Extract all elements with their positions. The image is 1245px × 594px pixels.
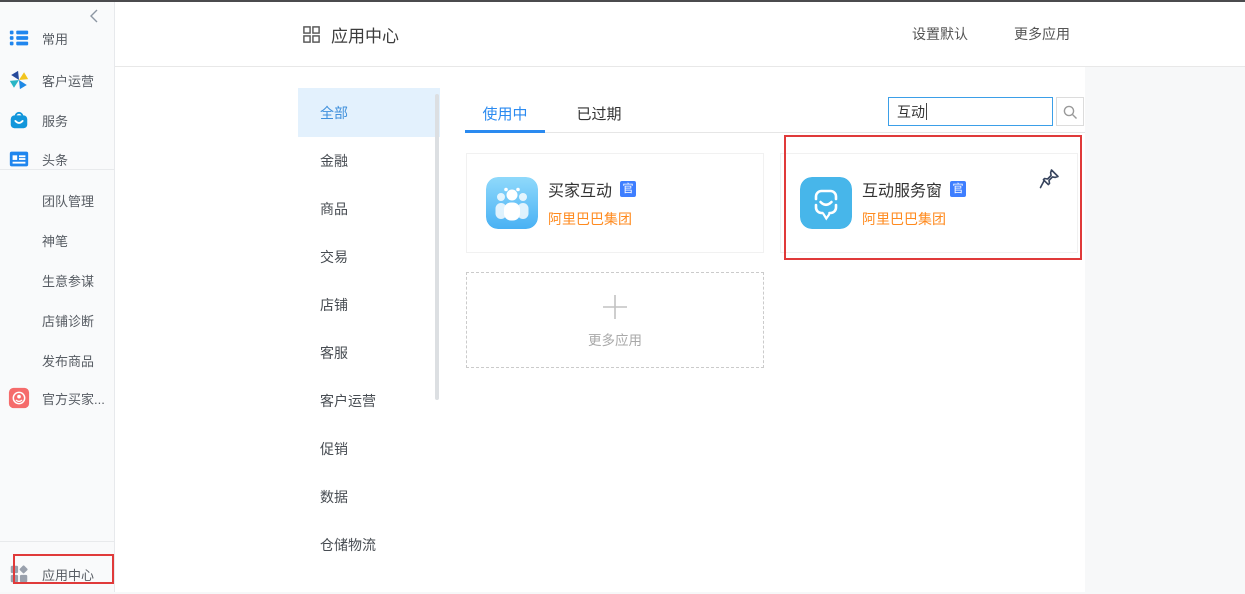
page-header: 应用中心 设置默认 更多应用: [115, 2, 1245, 67]
sidebar-item-label: 团队管理: [42, 191, 94, 210]
app-card-buyers-interaction[interactable]: 买家互动 官 阿里巴巴集团: [466, 153, 764, 253]
category-item-logistics[interactable]: 仓储物流: [298, 521, 440, 569]
category-item-shop[interactable]: 店铺: [298, 281, 440, 329]
sidebar-item-team-management[interactable]: 团队管理: [0, 180, 115, 220]
tab-expired[interactable]: 已过期: [567, 95, 631, 132]
text-caret: [926, 103, 927, 120]
sidebar-item-label: 生意参谋: [42, 271, 94, 290]
category-scrollbar[interactable]: [435, 94, 439, 400]
category-item-all[interactable]: 全部: [298, 88, 440, 137]
app-info: 互动服务窗 官 阿里巴巴集团: [862, 177, 966, 229]
app-card-service-window[interactable]: 互动服务窗 官 阿里巴巴集团: [780, 153, 1078, 253]
sidebar-item-service[interactable]: 服务: [0, 100, 115, 140]
service-window-icon: [800, 177, 852, 229]
category-item-customer-ops[interactable]: 客户运营: [298, 377, 440, 425]
plus-icon: [600, 292, 630, 322]
sidebar-item-label: 官方买家...: [42, 389, 105, 408]
sidebar-item-label: 发布商品: [42, 351, 94, 370]
official-buyer-icon: [8, 387, 30, 409]
pinwheel-icon: [8, 69, 30, 91]
sidebar-item-publish-product[interactable]: 发布商品: [0, 340, 115, 380]
official-badge: 官: [620, 181, 636, 197]
sidebar-item-label: 头条: [42, 150, 68, 169]
app-name: 买家互动: [548, 177, 612, 201]
more-apps-link[interactable]: 更多应用: [1014, 24, 1070, 44]
buyers-interaction-icon: [486, 177, 538, 229]
sidebar-divider: [0, 169, 114, 170]
sidebar-item-label: 店铺诊断: [42, 311, 94, 330]
search-icon: [1062, 104, 1078, 120]
app-vendor[interactable]: 阿里巴巴集团: [548, 209, 636, 229]
category-item-promotion[interactable]: 促销: [298, 425, 440, 473]
app-info: 买家互动 官 阿里巴巴集团: [548, 177, 636, 229]
sidebar-item-customer-ops[interactable]: 客户运营: [0, 60, 115, 100]
category-item-products[interactable]: 商品: [298, 185, 440, 233]
left-sidebar: 常用 客户运营 服务: [0, 2, 115, 592]
app-name: 互动服务窗: [862, 177, 942, 201]
pin-icon[interactable]: [1037, 167, 1061, 191]
category-menu: 全部 金融 商品 交易 店铺 客服 客户运营 促销 数据 仓储物流: [298, 88, 440, 569]
sidebar-item-label: 客户运营: [42, 71, 94, 90]
category-item-finance[interactable]: 金融: [298, 137, 440, 185]
sidebar-item-headlines[interactable]: 头条: [0, 139, 115, 179]
category-item-customer-service[interactable]: 客服: [298, 329, 440, 377]
sidebar-item-shop-diagnosis[interactable]: 店铺诊断: [0, 300, 115, 340]
list-icon: [8, 27, 30, 49]
sidebar-item-common[interactable]: 常用: [0, 18, 115, 58]
sidebar-item-business-advisor[interactable]: 生意参谋: [0, 260, 115, 300]
more-apps-label: 更多应用: [588, 329, 642, 349]
search-input[interactable]: [888, 97, 1053, 126]
app-center-icon: [8, 563, 30, 585]
sidebar-item-app-center[interactable]: 应用中心: [0, 554, 115, 594]
page-title-group: 应用中心: [302, 2, 399, 66]
sidebar-item-label: 应用中心: [42, 565, 94, 584]
header-actions: 设置默认 更多应用: [912, 2, 1070, 66]
tab-in-use[interactable]: 使用中: [465, 95, 545, 132]
bag-icon: [8, 109, 30, 131]
page-title: 应用中心: [331, 22, 399, 47]
sidebar-item-official-buyer[interactable]: 官方买家...: [0, 378, 115, 418]
official-badge: 官: [950, 181, 966, 197]
grid-icon: [302, 25, 321, 44]
sidebar-item-label: 神笔: [42, 231, 68, 250]
sidebar-item-label: 服务: [42, 111, 68, 130]
sidebar-item-label: 常用: [42, 29, 68, 48]
news-card-icon: [8, 148, 30, 170]
set-default-link[interactable]: 设置默认: [912, 24, 968, 44]
more-apps-box[interactable]: 更多应用: [466, 272, 764, 368]
category-item-data[interactable]: 数据: [298, 473, 440, 521]
sidebar-item-shenbi[interactable]: 神笔: [0, 220, 115, 260]
app-vendor[interactable]: 阿里巴巴集团: [862, 209, 966, 229]
search-button[interactable]: [1056, 97, 1084, 126]
sidebar-divider: [0, 541, 114, 542]
category-item-trade[interactable]: 交易: [298, 233, 440, 281]
content-panel: 全部 金融 商品 交易 店铺 客服 客户运营 促销 数据 仓储物流 使用中 已过…: [115, 67, 1085, 592]
window-top-edge: [0, 0, 1245, 2]
